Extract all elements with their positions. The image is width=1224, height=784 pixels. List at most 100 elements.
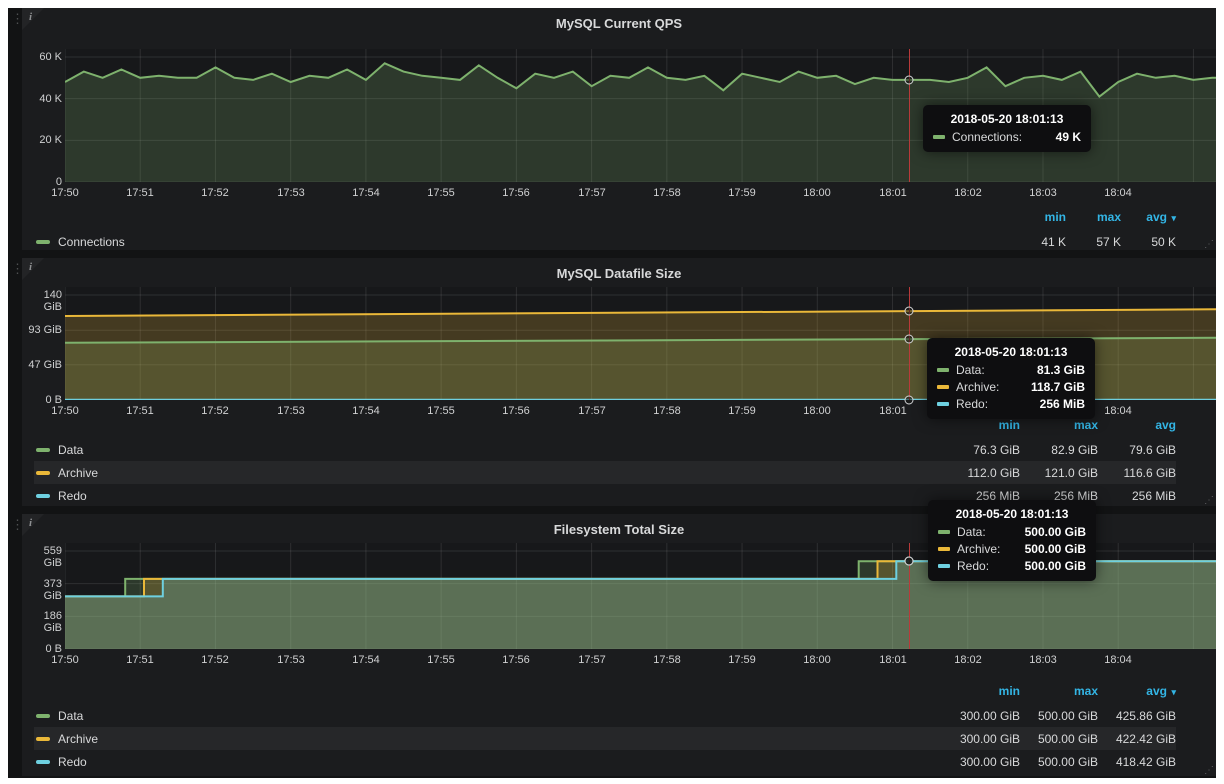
legend-header-max[interactable]: max — [1066, 210, 1121, 224]
legend-series-toggle[interactable]: Data — [34, 443, 942, 457]
legend-series-toggle[interactable]: Redo — [34, 755, 942, 769]
legend-min-value: 41 K — [1011, 235, 1066, 249]
legend-min-value: 76.3 GiB — [942, 443, 1020, 457]
legend: minmaxavgData76.3 GiB82.9 GiB79.6 GiBArc… — [34, 416, 1176, 507]
legend-avg-value: 116.6 GiB — [1098, 466, 1176, 480]
x-axis-label: 18:00 — [803, 654, 831, 666]
x-axis-label: 17:52 — [201, 187, 229, 199]
legend-header-avg[interactable]: avg — [1098, 418, 1176, 432]
sort-caret-icon: ▾ — [1169, 213, 1176, 223]
legend-swatch-icon — [36, 494, 50, 498]
legend-min-value: 112.0 GiB — [942, 466, 1020, 480]
info-icon[interactable]: i — [29, 261, 32, 273]
x-axis-label: 17:53 — [277, 654, 305, 666]
legend-header-avg[interactable]: avg ▾ — [1098, 684, 1176, 698]
crosshair-marker — [905, 307, 914, 316]
row-drag-handle[interactable]: ⋮ — [8, 514, 22, 776]
legend-rows: Data76.3 GiB82.9 GiB79.6 GiBArchive112.0… — [34, 438, 1176, 507]
legend-max-value: 500.00 GiB — [1020, 755, 1098, 769]
legend-series-toggle[interactable]: Archive — [34, 466, 942, 480]
x-axis-label: 18:04 — [1104, 187, 1132, 199]
x-axis-label: 17:59 — [728, 405, 756, 417]
tooltip-value: 500.00 GiB — [1011, 542, 1086, 556]
tooltip-series-label: Archive: — [957, 542, 1000, 556]
legend-header-min[interactable]: min — [1011, 210, 1066, 224]
x-axis-label: 17:59 — [728, 187, 756, 199]
legend-header-max[interactable]: max — [1020, 684, 1098, 698]
legend-avg-value: 79.6 GiB — [1098, 443, 1176, 457]
legend-header-min[interactable]: min — [942, 684, 1020, 698]
legend-series-toggle[interactable]: Connections — [34, 235, 1011, 249]
legend-header-min[interactable]: min — [942, 418, 1020, 432]
x-axis-label: 17:51 — [126, 405, 154, 417]
legend-swatch-icon — [36, 760, 50, 764]
legend-header-avg[interactable]: avg ▾ — [1121, 210, 1176, 224]
tooltip-value: 500.00 GiB — [1011, 559, 1086, 573]
x-axis-label: 18:01 — [879, 405, 907, 417]
x-axis-label: 18:03 — [1029, 654, 1057, 666]
tooltip-datafile: 2018-05-20 18:01:13Data:81.3 GiBArchive:… — [927, 338, 1095, 419]
legend-avg-value: 418.42 GiB — [1098, 755, 1176, 769]
x-axis-label: 17:57 — [578, 405, 606, 417]
x-axis-label: 17:58 — [653, 187, 681, 199]
tooltip-swatch-icon — [938, 547, 950, 551]
x-axis-label: 17:50 — [51, 654, 79, 666]
legend-series-toggle[interactable]: Archive — [34, 732, 942, 746]
x-axis-label: 17:53 — [277, 187, 305, 199]
legend-avg-value: 256 MiB — [1098, 489, 1176, 503]
row-drag-handle[interactable]: ⋮ — [8, 258, 22, 506]
legend-header-max[interactable]: max — [1020, 418, 1098, 432]
tooltip-value: 118.7 GiB — [1017, 380, 1085, 394]
legend-row: Redo300.00 GiB500.00 GiB418.42 GiB — [34, 750, 1176, 773]
y-axis-label: 373 GiB — [24, 578, 62, 602]
x-axis-label: 17:54 — [352, 187, 380, 199]
y-axis-label: 559 GiB — [24, 545, 62, 569]
x-axis-label: 18:00 — [803, 187, 831, 199]
legend-rows: Data300.00 GiB500.00 GiB425.86 GiBArchiv… — [34, 704, 1176, 773]
legend-series-toggle[interactable]: Data — [34, 709, 942, 723]
legend-row: Connections41 K57 K50 K — [34, 230, 1176, 253]
y-axis-label: 93 GiB — [24, 324, 62, 336]
legend-row: Archive300.00 GiB500.00 GiB422.42 GiB — [34, 727, 1176, 750]
crosshair-line — [909, 287, 910, 400]
x-axis-label: 17:52 — [201, 654, 229, 666]
legend-series-name: Redo — [58, 489, 87, 503]
info-icon[interactable]: i — [29, 517, 32, 529]
legend-series-name: Archive — [58, 466, 98, 480]
row-drag-handle[interactable]: ⋮ — [8, 8, 22, 250]
tooltip-value: 49 K — [1042, 130, 1081, 144]
x-axis-label: 17:56 — [502, 654, 530, 666]
legend-series-toggle[interactable]: Redo — [34, 489, 942, 503]
grafana-dashboard: ⋮ i MySQL Current QPS minmaxavg ▾Connect… — [0, 0, 1224, 784]
crosshair-marker — [905, 396, 914, 405]
legend-series-name: Data — [58, 443, 83, 457]
tooltip-series-label: Data: — [956, 363, 985, 377]
legend-row: Data300.00 GiB500.00 GiB425.86 GiB — [34, 704, 1176, 727]
tooltip-time: 2018-05-20 18:01:13 — [938, 507, 1086, 521]
resize-grip-icon[interactable]: ⋰ — [1204, 496, 1214, 506]
tooltip-filesystem: 2018-05-20 18:01:13 Data: 500.00 GiB Archiv… — [928, 500, 1096, 581]
x-axis-label: 18:02 — [954, 187, 982, 199]
panel-title[interactable]: MySQL Current QPS — [22, 16, 1216, 31]
legend: minmaxavg ▾ Connections41 K57 K50 K — [34, 208, 1176, 253]
resize-grip-icon[interactable]: ⋰ — [1204, 240, 1214, 250]
panel-title[interactable]: MySQL Datafile Size — [22, 266, 1216, 281]
legend-stats-header: minmaxavg ▾ — [34, 208, 1176, 226]
tooltip-swatch-icon — [937, 402, 949, 406]
x-axis-label: 17:58 — [653, 654, 681, 666]
x-axis-label: 17:51 — [126, 187, 154, 199]
tooltip-swatch-icon — [933, 135, 945, 139]
legend-swatch-icon — [36, 240, 50, 244]
tooltip-series-label: Data: — [957, 525, 986, 539]
tooltip-swatch-icon — [937, 385, 949, 389]
info-icon[interactable]: i — [29, 11, 32, 23]
tooltip-series-label: Redo: — [957, 559, 989, 573]
legend-row: Archive112.0 GiB121.0 GiB116.6 GiB — [34, 461, 1176, 484]
x-axis-label: 17:52 — [201, 405, 229, 417]
x-axis-label: 17:53 — [277, 405, 305, 417]
resize-grip-icon[interactable]: ⋰ — [1204, 766, 1214, 776]
y-axis-label: 60 K — [24, 51, 62, 63]
legend-avg-value: 422.42 GiB — [1098, 732, 1176, 746]
tooltip-swatch-icon — [938, 530, 950, 534]
x-axis-label: 17:54 — [352, 654, 380, 666]
